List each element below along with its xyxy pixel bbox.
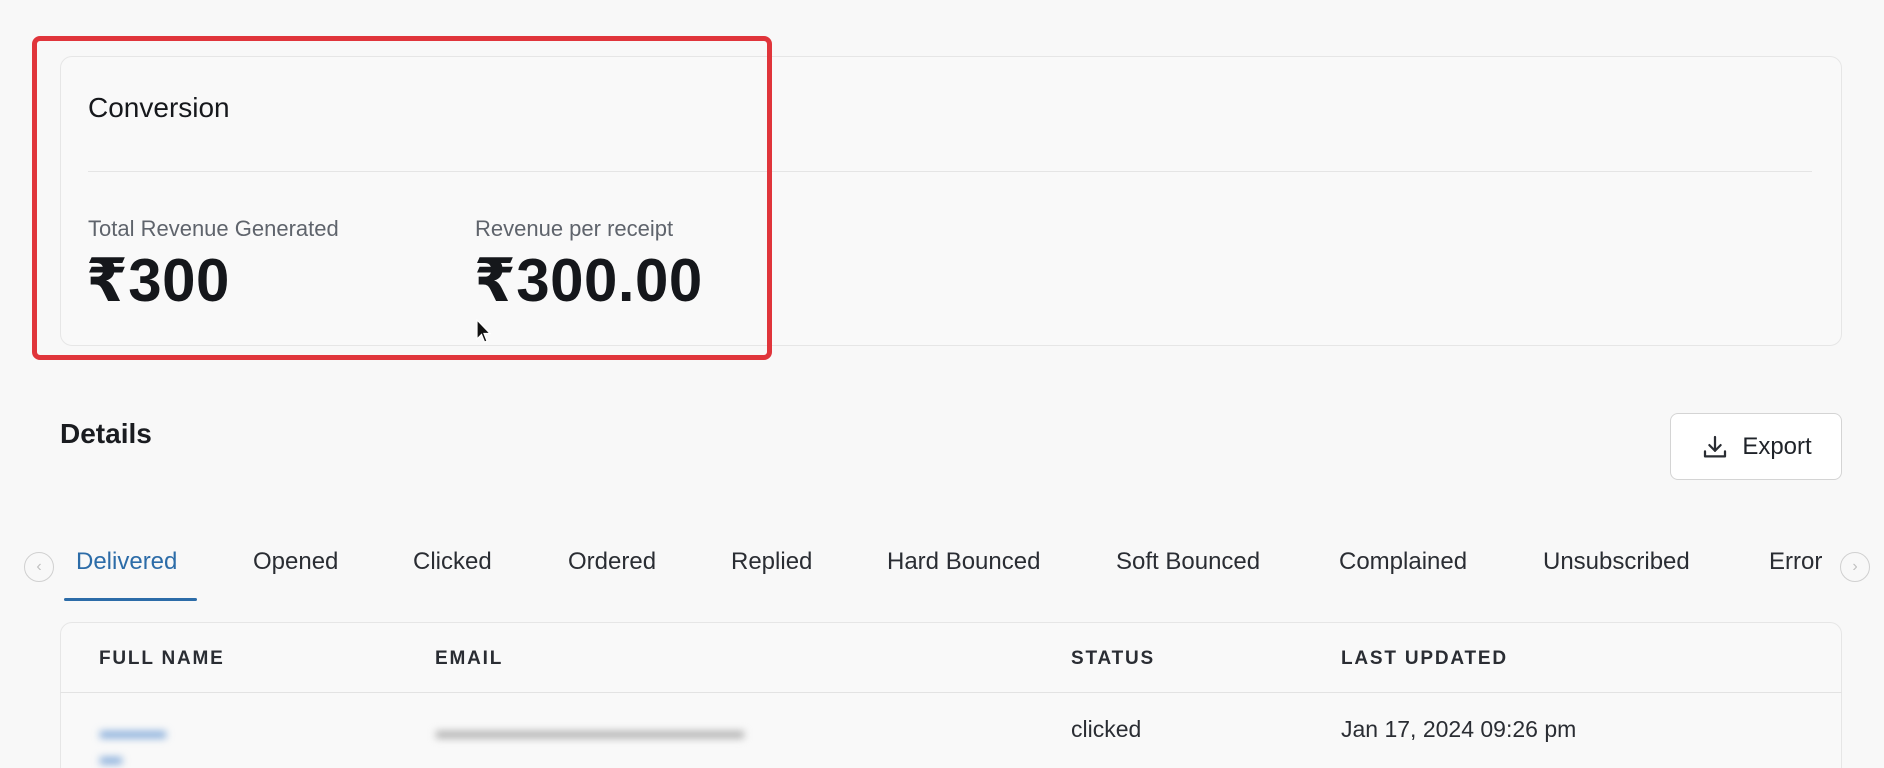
column-header-status[interactable]: STATUS <box>1071 648 1155 670</box>
tab-hard-bounced[interactable]: Hard Bounced <box>887 548 1040 576</box>
column-header-last-updated[interactable]: LAST UPDATED <box>1341 648 1508 670</box>
tab-soft-bounced[interactable]: Soft Bounced <box>1116 548 1260 576</box>
status-cell: clicked <box>1071 716 1142 742</box>
tab-opened[interactable]: Opened <box>253 548 338 576</box>
download-icon <box>1704 435 1727 457</box>
tab-clicked[interactable]: Clicked <box>413 548 492 576</box>
highlight-annotation-box <box>32 36 772 360</box>
active-tab-indicator <box>64 598 197 601</box>
column-header-email[interactable]: EMAIL <box>435 648 503 670</box>
full-name-link[interactable]: ▬▬▬ ▬ <box>100 718 182 768</box>
table-header-divider <box>60 692 1842 693</box>
email-cell: ▬▬▬▬▬▬▬▬▬▬▬▬▬▬ <box>436 718 744 743</box>
tab-error[interactable]: Error <box>1769 548 1822 576</box>
page: Conversion Total Revenue Generated ₹300 … <box>0 0 1884 768</box>
tab-unsubscribed[interactable]: Unsubscribed <box>1543 548 1690 576</box>
details-tabs: Delivered Opened Clicked Ordered Replied… <box>62 548 1842 604</box>
last-updated-cell: Jan 17, 2024 09:26 pm <box>1341 716 1577 742</box>
arrow-left-circle-icon[interactable]: ‹ <box>24 552 54 582</box>
tab-replied[interactable]: Replied <box>731 548 812 576</box>
tab-delivered[interactable]: Delivered <box>76 548 177 576</box>
details-title: Details <box>60 418 152 449</box>
arrow-right-circle-icon[interactable]: › <box>1840 552 1870 582</box>
column-header-full-name[interactable]: FULL NAME <box>99 648 225 670</box>
tab-complained[interactable]: Complained <box>1339 548 1467 576</box>
export-button[interactable]: Export <box>1670 413 1842 480</box>
tab-ordered[interactable]: Ordered <box>568 548 656 576</box>
mouse-pointer-icon <box>476 319 492 343</box>
export-label: Export <box>1742 432 1812 460</box>
details-table <box>60 622 1842 768</box>
